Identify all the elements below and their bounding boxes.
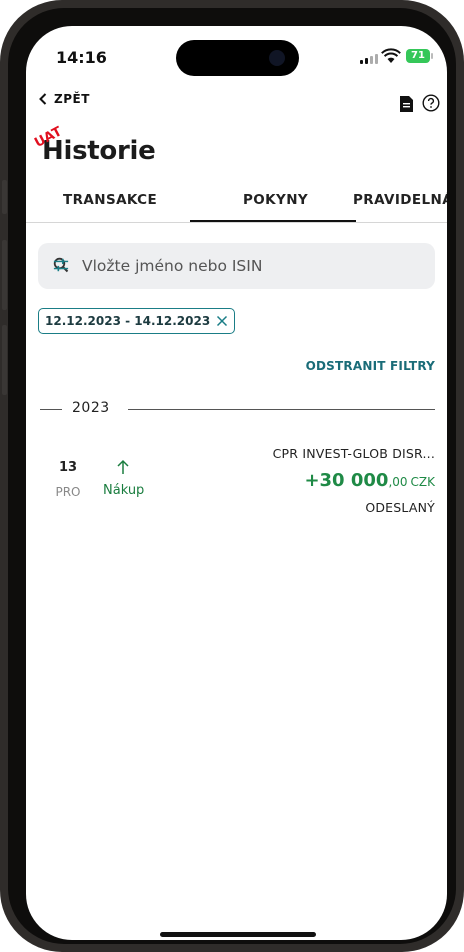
arrow-up-icon [117,459,129,474]
page-title: Historie [42,136,156,166]
signal-icon [360,54,378,64]
status-time: 14:16 [56,48,107,67]
year-heading: 2023 [72,400,110,416]
search-input[interactable]: Vložte jméno nebo ISIN [82,243,262,289]
side-button-volume-up [2,240,7,310]
amount-currency: CZK [410,475,435,489]
page-title-wrap: Historie UAT [32,124,156,166]
battery-tip [431,53,433,59]
order-month: PRO [55,485,81,499]
phone-frame: 14:16 71 ZPĚT Historie UAT TRANSAKCE POK… [0,0,464,952]
dynamic-island [176,40,299,76]
order-day: 13 [58,460,78,475]
battery-icon: 71 [406,49,430,63]
order-status: ODESLANÝ [365,500,435,515]
order-row[interactable]: 13 PRO Nákup CPR INVEST-GLOB DISR... +30… [26,446,447,536]
amount-decimal: ,00 [388,475,408,489]
fund-name: CPR INVEST-GLOB DISR... [272,446,435,461]
active-tab-indicator [190,220,356,222]
filter-sliders-icon[interactable] [53,257,69,273]
back-button[interactable]: ZPĚT [38,92,90,106]
chevron-left-icon [39,93,47,105]
camera-icon [269,50,285,66]
back-label: ZPĚT [54,92,90,106]
side-button-volume-down [2,325,7,395]
date-filter-label: 12.12.2023 - 14.12.2023 [45,314,211,328]
order-direction: Nákup [103,483,145,498]
tab-bar: TRANSAKCE POKYNY PRAVIDELNÁ [26,184,447,223]
document-icon[interactable] [400,96,413,112]
order-amount: +30 000,00 CZK [304,470,435,491]
close-icon[interactable] [216,315,228,327]
divider-line [40,409,62,410]
home-indicator[interactable] [160,932,316,937]
side-button-action [2,180,7,214]
app-screen: 14:16 71 ZPĚT Historie UAT TRANSAKCE POK… [26,26,447,940]
divider-line [128,409,435,410]
amount-integer: +30 000 [304,470,389,491]
remove-filters-link[interactable]: ODSTRANIT FILTRY [306,359,435,373]
tab-transakce[interactable]: TRANSAKCE [63,192,157,208]
date-filter-chip[interactable]: 12.12.2023 - 14.12.2023 [38,308,236,334]
tab-pokyny[interactable]: POKYNY [243,192,308,208]
search-bar[interactable]: Vložte jméno nebo ISIN [38,243,435,289]
wifi-icon [381,48,401,63]
help-icon[interactable] [422,94,440,112]
tab-pravidelna[interactable]: PRAVIDELNÁ [353,192,447,208]
